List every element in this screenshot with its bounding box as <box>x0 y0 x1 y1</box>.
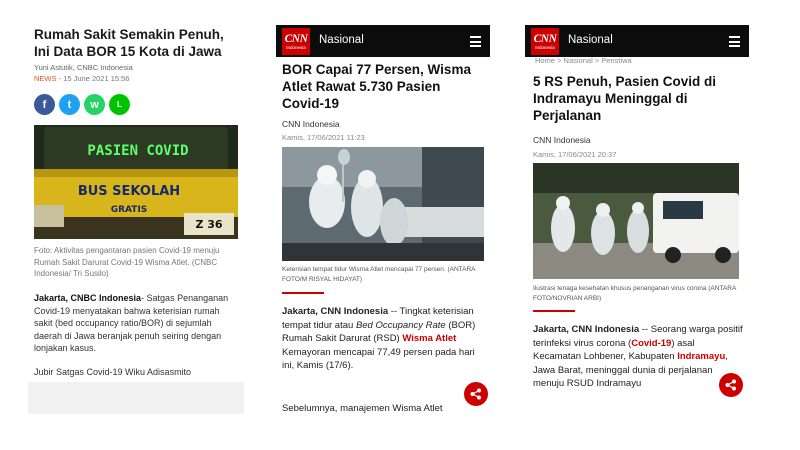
article-title: 5 RS Penuh, Pasien Covid di Indramayu Me… <box>533 74 717 123</box>
article-date: Kamis, 17/06/2021 11:23 <box>282 133 365 142</box>
menu-icon[interactable] <box>470 36 481 50</box>
dateline: Jakarta, CNN Indonesia <box>533 324 640 335</box>
divider <box>533 310 575 312</box>
cnn-article-panel-1: CNN Indonesia Nasional BOR Capai 77 Pers… <box>276 25 490 417</box>
footer-area <box>28 382 244 414</box>
article-title: BOR Capai 77 Persen, Wisma Atlet Rawat 5… <box>282 62 471 111</box>
cnn-logo[interactable]: CNN Indonesia <box>282 28 310 55</box>
article-photo-bus: PASIEN COVID BUS SEKOLAH GRATIS Z 36 <box>34 125 238 239</box>
site-header: CNN Indonesia Nasional <box>525 25 749 57</box>
photo-caption: Keterisian tempat tidur Wisma Atlet menc… <box>282 266 476 283</box>
line-icon[interactable]: L <box>109 94 130 115</box>
section-title[interactable]: Nasional <box>319 34 364 46</box>
divider <box>282 292 324 294</box>
article-lead: Jakarta, CNN Indonesia -- Tingkat keteri… <box>282 306 476 371</box>
site-header: CNN Indonesia Nasional <box>276 25 490 57</box>
cnn-article-panel-2: Home > Nasional > Peristiwa CNN Indonesi… <box>525 25 749 417</box>
article-lead: Jakarta, CNN Indonesia -- Seorang warga … <box>533 324 743 389</box>
article-author[interactable]: Yuni Astutik, CNBC Indonesia <box>34 63 133 72</box>
article-paragraph: Sebelumnya, manajemen Wisma Atlet <box>282 403 443 414</box>
news-category-link[interactable]: NEWS <box>34 74 57 83</box>
dateline: Jakarta, CNN Indonesia <box>282 306 389 317</box>
share-icon[interactable] <box>719 373 743 397</box>
article-source: CNN Indonesia <box>533 135 591 145</box>
svg-text:PASIEN COVID: PASIEN COVID <box>87 143 188 159</box>
cnn-logo[interactable]: CNN Indonesia <box>531 28 559 55</box>
tag-link-covid-19[interactable]: Covid-19 <box>631 338 671 349</box>
twitter-icon[interactable]: t <box>59 94 80 115</box>
article-photo-ambulance <box>533 163 739 279</box>
tag-link-wisma-atlet[interactable]: Wisma Atlet <box>402 333 456 344</box>
share-icon[interactable] <box>464 382 488 406</box>
section-title[interactable]: Nasional <box>568 34 613 46</box>
whatsapp-icon[interactable]: w <box>84 94 105 115</box>
breadcrumb[interactable]: Home > Nasional > Peristiwa <box>535 56 632 65</box>
photo-caption: Ilustrasi tenaga kesehatan khusus penang… <box>533 285 736 302</box>
menu-icon[interactable] <box>729 36 740 50</box>
photo-caption: Foto: Aktivitas pengantaran pasien Covid… <box>34 246 220 278</box>
article-date: - 15 June 2021 15:56 <box>56 74 130 83</box>
svg-text:GRATIS: GRATIS <box>111 205 148 215</box>
article-lead: Jakarta, CNBC Indonesia- Satgas Penangan… <box>34 292 240 355</box>
svg-text:BUS SEKOLAH: BUS SEKOLAH <box>78 184 180 199</box>
cnbc-article-panel: Rumah Sakit Semakin Penuh, Ini Data BOR … <box>28 22 244 414</box>
article-date: Kamis, 17/06/2021 20:37 <box>533 150 617 159</box>
related-link[interactable]: Jubir Satgas Covid-19 Wiku Adisasmito <box>34 367 191 377</box>
dateline: Jakarta, CNBC Indonesia <box>34 293 142 303</box>
svg-text:Z 36: Z 36 <box>195 218 222 231</box>
article-photo-hospital <box>282 147 484 261</box>
article-meta: NEWS - 15 June 2021 15:56 <box>34 74 129 83</box>
tag-link-indramayu[interactable]: Indramayu <box>677 351 725 362</box>
article-title[interactable]: Rumah Sakit Semakin Penuh, Ini Data BOR … <box>34 26 240 60</box>
facebook-icon[interactable]: f <box>34 94 55 115</box>
article-source: CNN Indonesia <box>282 119 340 129</box>
